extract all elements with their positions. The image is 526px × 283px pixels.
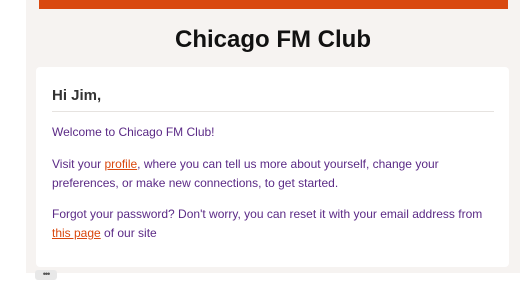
password-text-before: Forgot your password? Don't worry, you c…	[52, 207, 483, 221]
welcome-text: Welcome to Chicago FM Club!	[52, 125, 215, 139]
greeting: Hi Jim,	[52, 87, 102, 104]
profile-paragraph: Visit your profile, where you can tell u…	[52, 155, 492, 193]
show-trimmed-content-button[interactable]: •••	[35, 270, 57, 280]
divider	[52, 111, 494, 112]
message-card: Hi Jim, Welcome to Chicago FM Club! Visi…	[36, 67, 509, 267]
club-title: Chicago FM Club	[175, 26, 371, 53]
profile-link[interactable]: profile	[104, 157, 137, 171]
password-text-after: of our site	[100, 226, 157, 240]
profile-text-before: Visit your	[52, 157, 105, 171]
accent-bar	[39, 0, 508, 9]
email-body: Chicago FM Club Hi Jim, Welcome to Chica…	[26, 0, 520, 273]
password-paragraph: Forgot your password? Don't worry, you c…	[52, 205, 492, 243]
reset-page-link[interactable]: this page	[52, 226, 101, 240]
